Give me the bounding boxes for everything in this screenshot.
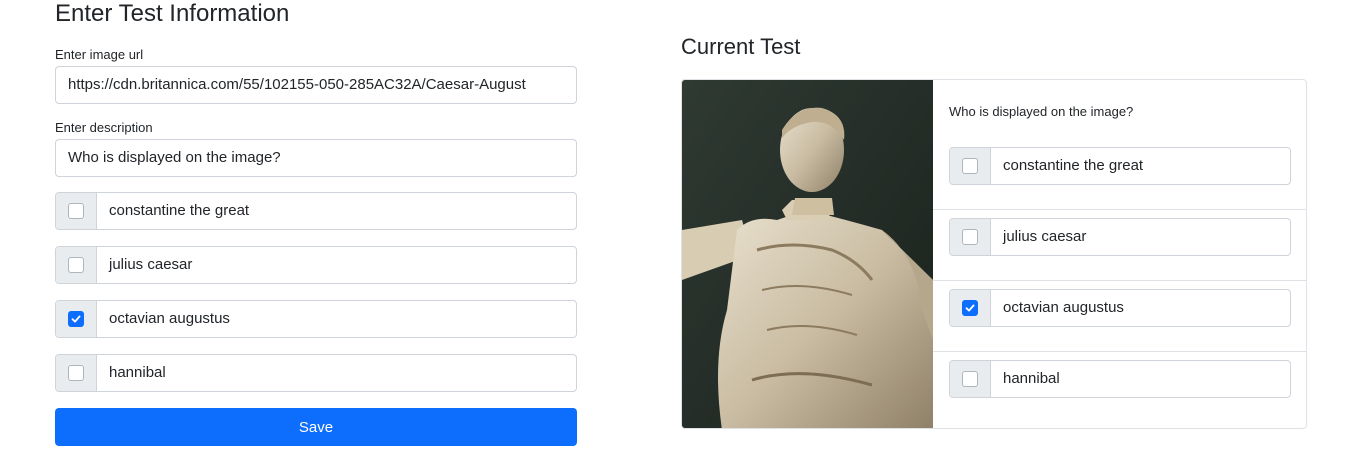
checkbox-addon: [950, 219, 991, 255]
checkbox-addon: [950, 148, 991, 184]
checkbox-addon: [56, 193, 97, 229]
description-input[interactable]: Who is displayed on the image?: [55, 139, 577, 177]
image-url-label: Enter image url: [55, 47, 144, 62]
preview-checkbox[interactable]: [962, 158, 978, 174]
checkmark-icon: [965, 304, 975, 312]
answer-option: octavian augustus: [55, 300, 577, 338]
preview-option: hannibal: [949, 360, 1291, 398]
answer-checkbox[interactable]: [68, 203, 84, 219]
preview-option: constantine the great: [949, 147, 1291, 185]
preview-option-label: constantine the great: [1003, 157, 1144, 174]
save-button[interactable]: Save: [55, 408, 577, 446]
answer-checkbox[interactable]: [68, 257, 84, 273]
answer-option: hannibal: [55, 354, 577, 392]
preview-checkbox[interactable]: [962, 300, 978, 316]
answer-input[interactable]: julius caesar: [97, 247, 576, 283]
answer-checkbox[interactable]: [68, 311, 84, 327]
answer-checkbox[interactable]: [68, 365, 84, 381]
form-title: Enter Test Information: [55, 0, 290, 27]
preview-checkbox[interactable]: [962, 371, 978, 387]
checkmark-icon: [71, 315, 81, 323]
answer-input[interactable]: hannibal: [97, 355, 576, 391]
checkbox-addon: [56, 301, 97, 337]
preview-option-label: julius caesar: [1003, 228, 1087, 245]
checkbox-addon: [56, 247, 97, 283]
preview-option-label: hannibal: [1003, 370, 1060, 387]
preview-option: julius caesar: [949, 218, 1291, 256]
row-divider: [933, 280, 1306, 281]
checkbox-addon: [950, 361, 991, 397]
preview-question: Who is displayed on the image?: [949, 104, 1134, 119]
statue-image: [682, 80, 933, 428]
row-divider: [933, 351, 1306, 352]
checkbox-addon: [56, 355, 97, 391]
preview-checkbox[interactable]: [962, 229, 978, 245]
image-url-input[interactable]: https://cdn.britannica.com/55/102155-050…: [55, 66, 577, 104]
answer-option: julius caesar: [55, 246, 577, 284]
description-label: Enter description: [55, 120, 153, 135]
preview-body: Who is displayed on the image? constanti…: [933, 80, 1306, 428]
answer-input[interactable]: octavian augustus: [97, 301, 576, 337]
preview-option-label: octavian augustus: [1003, 299, 1124, 316]
test-preview-card: Who is displayed on the image? constanti…: [681, 79, 1307, 429]
preview-option: octavian augustus: [949, 289, 1291, 327]
row-divider: [933, 209, 1306, 210]
checkbox-addon: [950, 290, 991, 326]
current-test-title: Current Test: [681, 34, 801, 59]
answer-input[interactable]: constantine the great: [97, 193, 576, 229]
answer-option: constantine the great: [55, 192, 577, 230]
